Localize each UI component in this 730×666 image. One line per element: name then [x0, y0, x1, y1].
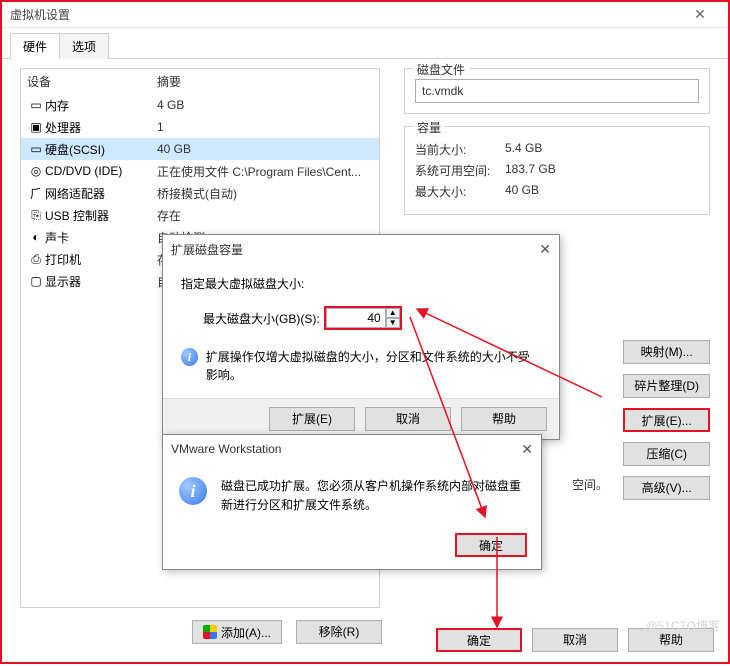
device-header: 设备 摘要 [21, 69, 379, 94]
expand-help-button[interactable]: 帮助 [461, 407, 547, 431]
device-name: 内存 [45, 97, 157, 114]
max-size-value: 40 GB [505, 183, 539, 200]
confirm-message: 磁盘已成功扩展。您必须从客户机操作系统内部对磁盘重新进行分区和扩展文件系统。 [221, 477, 525, 515]
spinner-up-icon[interactable]: ▲ [386, 308, 400, 318]
device-name: USB 控制器 [45, 207, 157, 224]
ok-button[interactable]: 确定 [436, 628, 522, 652]
device-row[interactable]: ⎘USB 控制器存在 [21, 204, 379, 226]
current-size-label: 当前大小: [415, 141, 505, 158]
expand-dialog-title: 扩展磁盘容量 [171, 241, 539, 258]
tab-hardware[interactable]: 硬件 [10, 33, 60, 59]
col-device-header: 设备 [27, 73, 157, 90]
confirm-ok-button[interactable]: 确定 [455, 533, 527, 557]
device-icon: ⎙ [27, 252, 45, 267]
capacity-group: 容量 当前大小:5.4 GB 系统可用空间:183.7 GB 最大大小:40 G… [404, 126, 710, 215]
max-disk-size-spinner[interactable]: ▲ ▼ [324, 306, 402, 330]
expand-prompt: 指定最大虚拟磁盘大小: [181, 275, 541, 292]
device-row[interactable]: ▣处理器1 [21, 116, 379, 138]
max-disk-size-input[interactable] [326, 308, 386, 328]
device-icon: ⎘ [27, 208, 45, 223]
device-summary: 存在 [157, 207, 373, 224]
advanced-button[interactable]: 高级(V)... [623, 476, 710, 500]
free-space-label: 系统可用空间: [415, 162, 505, 179]
spinner-down-icon[interactable]: ▼ [386, 318, 400, 328]
device-summary: 1 [157, 120, 373, 134]
disk-action-column: 映射(M)... 碎片整理(D) 扩展(E)... 压缩(C) 高级(V)... [623, 340, 710, 500]
device-icon: ▭ [27, 98, 45, 112]
device-summary: 正在使用文件 C:\Program Files\Cent... [157, 163, 373, 180]
max-disk-size-label: 最大磁盘大小(GB)(S): [203, 310, 320, 327]
disk-file-input[interactable] [415, 79, 699, 103]
compress-button[interactable]: 压缩(C) [623, 442, 710, 466]
device-icon: ◐ [27, 230, 45, 244]
expand-disk-dialog: 扩展磁盘容量 ✕ 指定最大虚拟磁盘大小: 最大磁盘大小(GB)(S): ▲ ▼ … [162, 234, 560, 440]
current-size-value: 5.4 GB [505, 141, 542, 158]
free-space-value: 183.7 GB [505, 162, 556, 179]
expand-dialog-close-icon[interactable]: ✕ [539, 241, 551, 258]
confirm-close-icon[interactable]: ✕ [521, 441, 533, 458]
info-icon: i [181, 348, 198, 366]
device-icon: ⺁ [27, 185, 45, 202]
device-name: 显示器 [45, 273, 157, 290]
expand-cancel-button[interactable]: 取消 [365, 407, 451, 431]
defrag-button[interactable]: 碎片整理(D) [623, 374, 710, 398]
device-icon: ▢ [27, 274, 45, 288]
space-fragment-label: 空间。 [572, 476, 608, 493]
device-name: 声卡 [45, 229, 157, 246]
expand-confirm-button[interactable]: 扩展(E) [269, 407, 355, 431]
tab-options[interactable]: 选项 [59, 33, 109, 59]
device-name: 打印机 [45, 251, 157, 268]
watermark: @51CTO博客 [645, 617, 720, 634]
device-row[interactable]: ⺁网络适配器桥接模式(自动) [21, 182, 379, 204]
device-name: 处理器 [45, 119, 157, 136]
device-icon: ▣ [27, 120, 45, 134]
expand-button[interactable]: 扩展(E)... [623, 408, 710, 432]
device-name: 网络适配器 [45, 185, 157, 202]
uac-shield-icon [203, 625, 217, 639]
device-summary: 桥接模式(自动) [157, 185, 373, 202]
max-size-label: 最大大小: [415, 183, 505, 200]
disk-file-caption: 磁盘文件 [413, 61, 469, 78]
device-name: CD/DVD (IDE) [45, 164, 157, 178]
confirm-title: VMware Workstation [171, 442, 521, 456]
info-icon: i [179, 477, 207, 505]
device-summary: 40 GB [157, 142, 373, 156]
cancel-button[interactable]: 取消 [532, 628, 618, 652]
capacity-caption: 容量 [413, 119, 445, 136]
device-row[interactable]: ◎CD/DVD (IDE)正在使用文件 C:\Program Files\Cen… [21, 160, 379, 182]
device-icon: ▭ [27, 142, 45, 156]
device-row[interactable]: ▭硬盘(SCSI)40 GB [21, 138, 379, 160]
tab-strip: 硬件 选项 [2, 28, 728, 59]
device-name: 硬盘(SCSI) [45, 141, 157, 158]
col-summary-header: 摘要 [157, 73, 181, 90]
expand-info-text: 扩展操作仅增大虚拟磁盘的大小，分区和文件系统的大小不受影响。 [206, 348, 541, 384]
disk-file-group: 磁盘文件 [404, 68, 710, 114]
map-button[interactable]: 映射(M)... [623, 340, 710, 364]
window-titlebar: 虚拟机设置 ✕ [2, 2, 728, 28]
window-title: 虚拟机设置 [10, 6, 680, 23]
device-icon: ◎ [27, 164, 45, 178]
device-row[interactable]: ▭内存4 GB [21, 94, 379, 116]
device-summary: 4 GB [157, 98, 373, 112]
remove-device-button[interactable]: 移除(R) [296, 620, 382, 644]
add-device-label: 添加(A)... [221, 624, 271, 641]
vmware-confirm-dialog: VMware Workstation ✕ i 磁盘已成功扩展。您必须从客户机操作… [162, 434, 542, 570]
add-device-button[interactable]: 添加(A)... [192, 620, 282, 644]
close-icon[interactable]: ✕ [680, 6, 720, 23]
